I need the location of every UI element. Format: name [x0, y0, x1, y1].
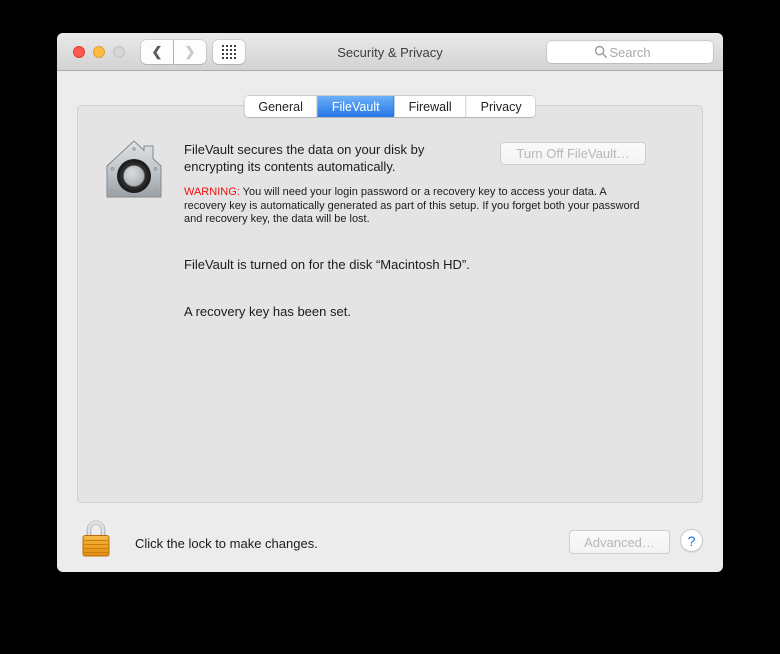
warning-label: WARNING:	[184, 186, 240, 198]
lock-icon[interactable]	[80, 518, 112, 558]
filevault-status-recovery-key: A recovery key has been set.	[184, 304, 351, 319]
tab-firewall[interactable]: Firewall	[395, 96, 467, 117]
help-button[interactable]: ?	[680, 529, 703, 552]
filevault-house-lock-icon	[98, 136, 170, 208]
security-privacy-window: ❮ ❯ Security & Privacy	[57, 33, 723, 572]
tab-filevault[interactable]: FileVault	[318, 96, 395, 117]
filevault-description: FileVault secures the data on your disk …	[184, 141, 484, 175]
desktop-background: ❮ ❯ Security & Privacy	[0, 0, 780, 654]
turn-off-filevault-button[interactable]: Turn Off FileVault…	[500, 142, 646, 165]
filevault-warning: WARNING: You will need your login passwo…	[184, 186, 646, 227]
title-bar[interactable]: ❮ ❯ Security & Privacy	[57, 33, 723, 71]
search-input[interactable]	[547, 41, 713, 63]
lock-hint-text: Click the lock to make changes.	[135, 536, 318, 551]
question-mark-icon: ?	[688, 533, 696, 549]
tab-general[interactable]: General	[244, 96, 317, 117]
filevault-pane: FileVault secures the data on your disk …	[77, 105, 703, 503]
filevault-status-disk: FileVault is turned on for the disk “Mac…	[184, 257, 470, 272]
search-field[interactable]	[547, 41, 713, 63]
advanced-button[interactable]: Advanced…	[569, 530, 670, 554]
preference-tabs: General FileVault Firewall Privacy	[244, 96, 535, 117]
warning-text: You will need your login password or a r…	[184, 186, 640, 225]
tab-privacy[interactable]: Privacy	[467, 96, 536, 117]
